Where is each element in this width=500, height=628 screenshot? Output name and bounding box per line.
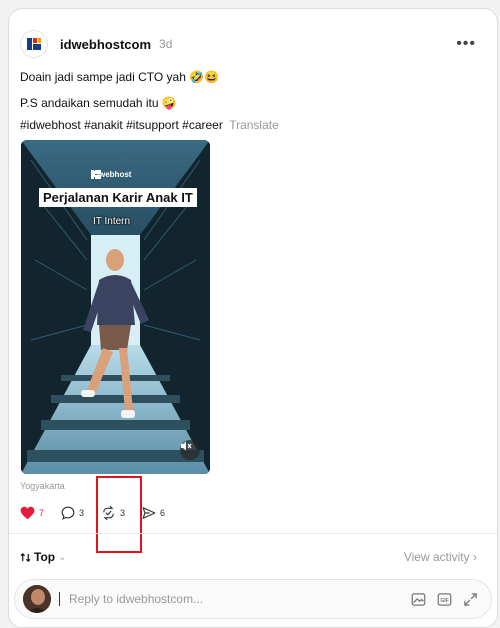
chevron-right-icon: › [473,550,477,564]
expand-composer-button[interactable] [462,591,479,608]
post-hashtags: #idwebhost #anakit #itsupport #career Tr… [20,118,279,132]
composer-tools: GIF [410,591,479,608]
more-options-icon[interactable]: ••• [456,35,476,53]
author-avatar[interactable] [20,30,48,58]
share-count: 6 [160,508,166,518]
video-title-caption: Perjalanan Karir Anak IT [39,188,197,207]
post-card: idwebhostcom 3d ••• Doain jadi sampe jad… [8,8,498,628]
comment-button[interactable]: 3 [61,506,84,520]
post-header: idwebhostcom 3d ••• [20,29,490,59]
hashtag-idwebhost[interactable]: #idwebhost [20,118,81,132]
post-location[interactable]: Yogyakarta [20,481,65,491]
attach-image-button[interactable] [410,591,427,608]
heart-filled-icon [20,506,35,520]
text-cursor [59,592,60,606]
gif-icon: GIF [437,593,452,606]
annotation-highlight-box [96,476,142,553]
reply-input[interactable]: Reply to idwebhostcom... [69,592,203,606]
expand-icon [464,593,477,606]
video-brand-logo: IDwebhost [91,170,131,179]
hashtag-anakit[interactable]: #anakit [84,118,123,132]
idwebhost-logo-icon [27,38,41,50]
svg-text:GIF: GIF [440,598,448,604]
hashtag-career[interactable]: #career [182,118,223,132]
view-activity-label: View activity [403,550,470,564]
like-button[interactable]: 7 [20,506,44,520]
brand-mark-icon [91,170,101,179]
speaker-muted-icon [181,441,192,451]
hashtag-itsupport[interactable]: #itsupport [126,118,179,132]
author-username[interactable]: idwebhostcom [60,37,151,52]
sort-label: Top [34,550,56,564]
current-user-avatar [23,585,51,613]
send-share-icon [142,507,156,519]
share-button[interactable]: 6 [142,506,165,520]
post-timestamp: 3d [159,37,173,51]
view-activity-link[interactable]: View activity › [404,550,477,564]
image-icon [411,593,426,606]
sort-replies-dropdown[interactable]: Top ⌄ [20,550,67,564]
sort-arrows-icon [20,552,31,562]
video-player[interactable]: IDwebhost Perjalanan Karir Anak IT IT In… [21,140,210,474]
like-count: 7 [39,508,45,518]
attach-gif-button[interactable]: GIF [436,591,453,608]
post-text-line-2: P.S andaikan semudah itu 🤪 [20,96,177,110]
video-subtitle-caption: IT Intern [93,216,131,227]
section-divider [9,533,497,534]
comment-bubble-icon [61,506,75,520]
translate-link[interactable]: Translate [229,118,279,132]
comment-count: 3 [79,508,85,518]
chevron-down-icon: ⌄ [58,551,67,563]
user-photo [23,585,51,613]
post-text-line-1: Doain jadi sampe jadi CTO yah 🤣😆 [20,70,220,84]
reply-composer[interactable]: Reply to idwebhostcom... GIF [14,579,492,619]
mute-toggle-button[interactable] [180,440,200,460]
